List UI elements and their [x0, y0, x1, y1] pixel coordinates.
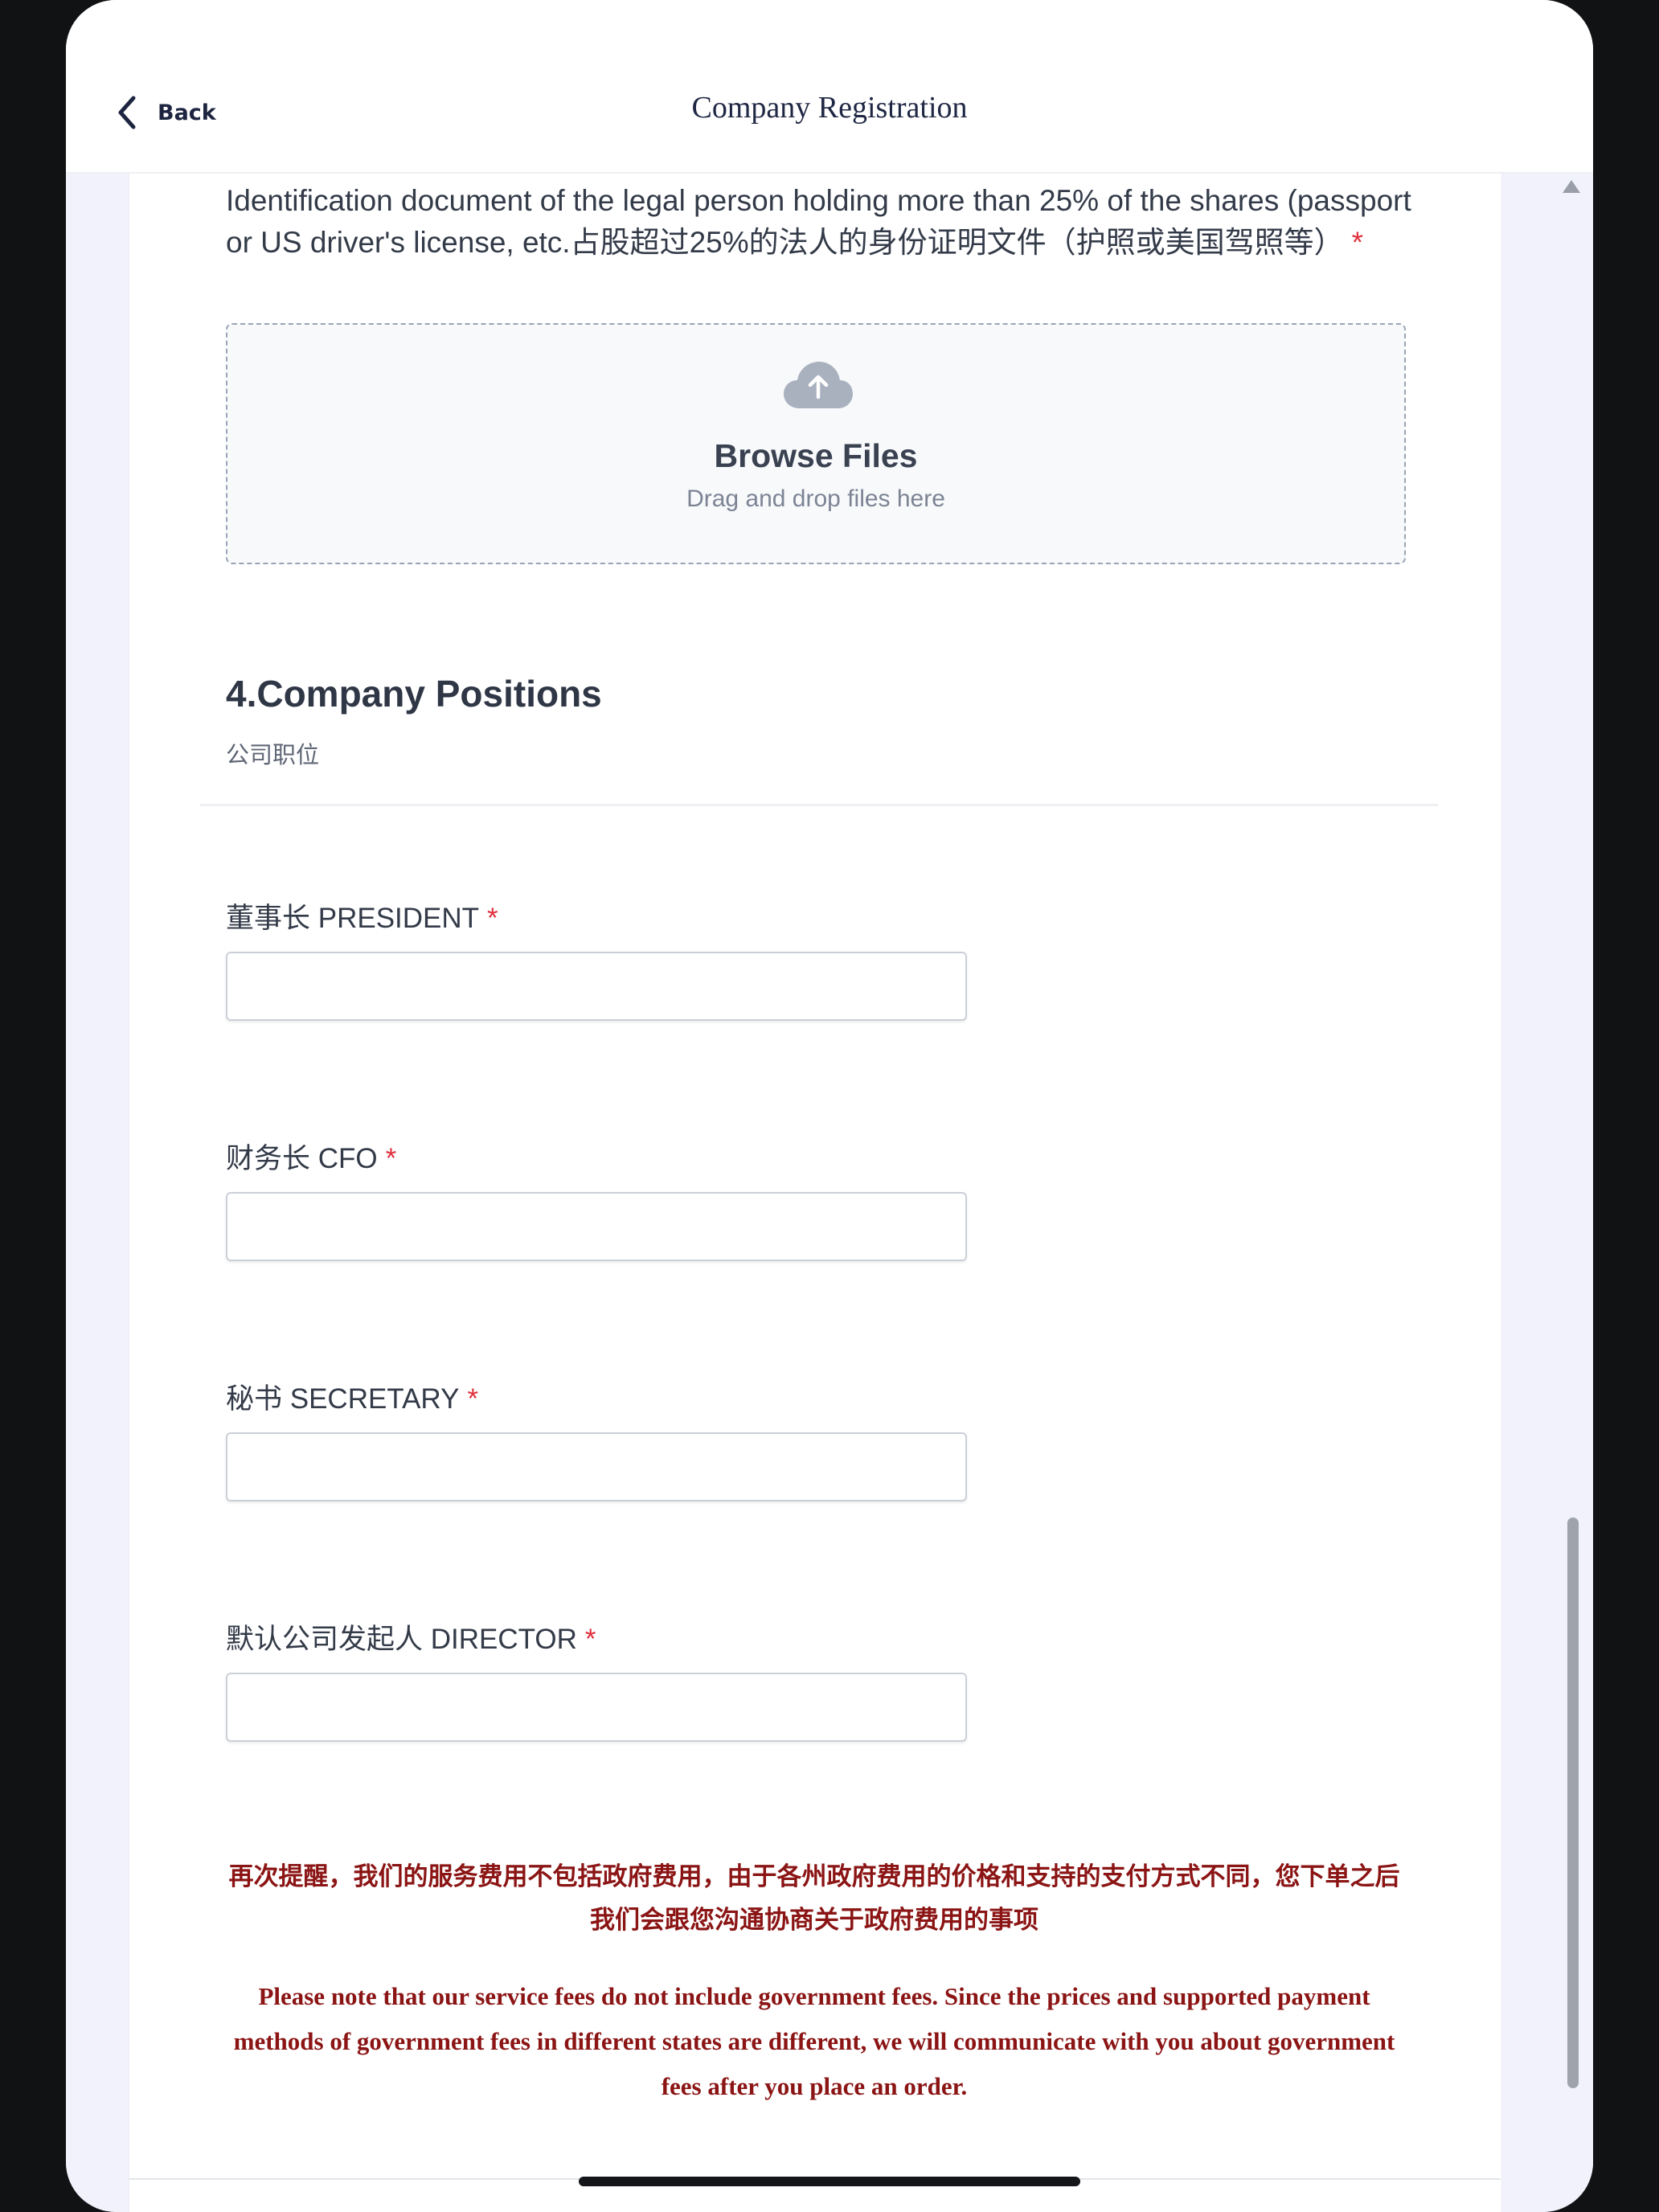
- president-label: 董事长 PRESIDENT *: [226, 895, 498, 936]
- left-margin: [66, 172, 129, 2212]
- right-margin: [1501, 172, 1593, 2212]
- scroll-up-arrow[interactable]: [1563, 180, 1580, 193]
- document-upload-label-text: Identification document of the legal per…: [226, 184, 1411, 259]
- section-subtitle: 公司职位: [226, 743, 320, 768]
- browse-files-button[interactable]: Browse Files: [227, 437, 1404, 475]
- director-input[interactable]: [226, 1673, 967, 1742]
- cfo-label-text: 财务长 CFO: [226, 1143, 378, 1174]
- director-label: 默认公司发起人 DIRECTOR *: [226, 1616, 596, 1657]
- scrollbar-thumb[interactable]: [1567, 1518, 1579, 2088]
- page-title: Company Registration: [691, 91, 968, 125]
- tablet-screen: Back Company Registration Identification…: [66, 0, 1593, 2212]
- fee-notice-english: Please note that our service fees do not…: [233, 1982, 1395, 2100]
- drag-drop-hint: Drag and drop files here: [686, 485, 945, 512]
- required-mark: *: [487, 903, 498, 934]
- document-upload-label: Identification document of the legal per…: [226, 180, 1415, 264]
- president-input[interactable]: [226, 952, 967, 1021]
- secretary-input[interactable]: [226, 1432, 967, 1501]
- required-mark: *: [1351, 226, 1364, 259]
- secretary-label: 秘书 SECRETARY *: [226, 1376, 478, 1417]
- section-title: 4.Company Positions: [226, 673, 602, 715]
- form-content: Identification document of the legal per…: [129, 172, 1502, 2212]
- cfo-label: 财务长 CFO *: [226, 1136, 396, 1177]
- president-label-text: 董事长 PRESIDENT: [226, 903, 480, 934]
- section-divider: [200, 804, 1438, 806]
- required-mark: *: [467, 1383, 479, 1415]
- cloud-upload-icon: [784, 362, 853, 408]
- director-label-text: 默认公司发起人 DIRECTOR: [226, 1624, 577, 1655]
- secretary-label-text: 秘书 SECRETARY: [226, 1383, 460, 1415]
- file-upload-dropzone[interactable]: Browse Files Drag and drop files here: [226, 323, 1406, 564]
- home-indicator[interactable]: [579, 2177, 1080, 2186]
- fee-notice-chinese: 再次提醒，我们的服务费用不包括政府费用，由于各州政府费用的价格和支持的支付方式不…: [228, 1862, 1400, 1935]
- required-mark: *: [584, 1624, 596, 1655]
- navigation-bar: Back Company Registration: [66, 0, 1593, 174]
- required-mark: *: [385, 1143, 397, 1174]
- cfo-input[interactable]: [226, 1192, 967, 1261]
